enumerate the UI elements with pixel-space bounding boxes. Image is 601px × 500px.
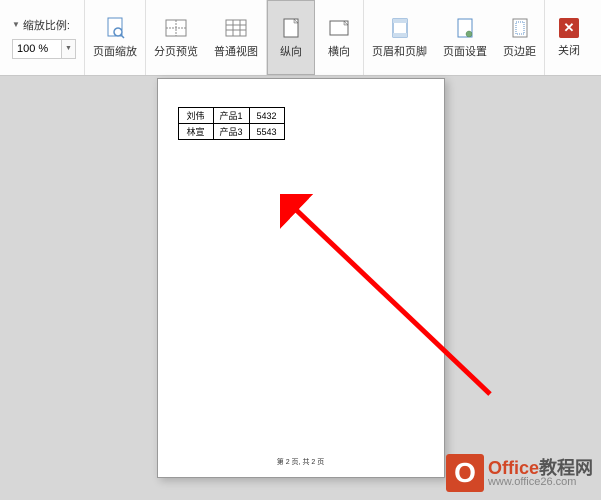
margins-button[interactable]: 页边距	[495, 0, 544, 75]
page-break-preview-button[interactable]: 分页预览	[146, 0, 206, 75]
zoom-dropdown-button[interactable]: ▼	[62, 39, 76, 59]
ribbon-toolbar: ▼ 缩放比例: 100 % ▼ 页面缩放 分页预览 普通视图	[0, 0, 601, 76]
header-footer-button[interactable]: 页眉和页脚	[364, 0, 435, 75]
close-icon: ✕	[559, 18, 579, 38]
portrait-button[interactable]: 纵向	[267, 0, 315, 75]
landscape-button[interactable]: 横向	[315, 0, 363, 75]
watermark-logo-icon: O	[446, 454, 484, 492]
page-setup-button[interactable]: 页面设置	[435, 0, 495, 75]
document-page: 刘伟 产品1 5432 林宣 产品3 5543 第 2 页, 共 2 页	[157, 78, 445, 478]
watermark-title: Office教程网	[488, 459, 593, 477]
page-zoom-icon	[104, 17, 126, 39]
close-button[interactable]: ✕ 关闭	[545, 0, 593, 75]
landscape-icon	[328, 17, 350, 39]
watermark: O Office教程网 www.office26.com	[446, 454, 593, 492]
page-footer-text: 第 2 页, 共 2 页	[158, 457, 444, 467]
page-break-preview-icon	[165, 17, 187, 39]
portrait-icon	[280, 17, 302, 39]
zoom-ratio-label: 缩放比例:	[23, 17, 70, 33]
header-footer-icon	[389, 17, 411, 39]
workspace-area: 刘伟 产品1 5432 林宣 产品3 5543 第 2 页, 共 2 页	[0, 76, 601, 500]
page-zoom-button[interactable]: 页面缩放	[85, 0, 145, 75]
zoom-group: ▼ 缩放比例: 100 % ▼	[4, 0, 85, 75]
document-table: 刘伟 产品1 5432 林宣 产品3 5543	[178, 107, 285, 140]
table-row: 林宣 产品3 5543	[178, 124, 284, 140]
normal-view-icon	[225, 17, 247, 39]
zoom-label-row: ▼ 缩放比例:	[12, 17, 70, 33]
table-row: 刘伟 产品1 5432	[178, 108, 284, 124]
caret-down-icon: ▼	[12, 20, 20, 29]
zoom-value-input[interactable]: 100 %	[12, 39, 62, 59]
normal-view-button[interactable]: 普通视图	[206, 0, 266, 75]
page-zoom-label: 页面缩放	[93, 43, 137, 59]
page-setup-icon	[454, 17, 476, 39]
watermark-url: www.office26.com	[488, 477, 593, 488]
margins-icon	[509, 17, 531, 39]
zoom-control: 100 % ▼	[12, 39, 76, 59]
